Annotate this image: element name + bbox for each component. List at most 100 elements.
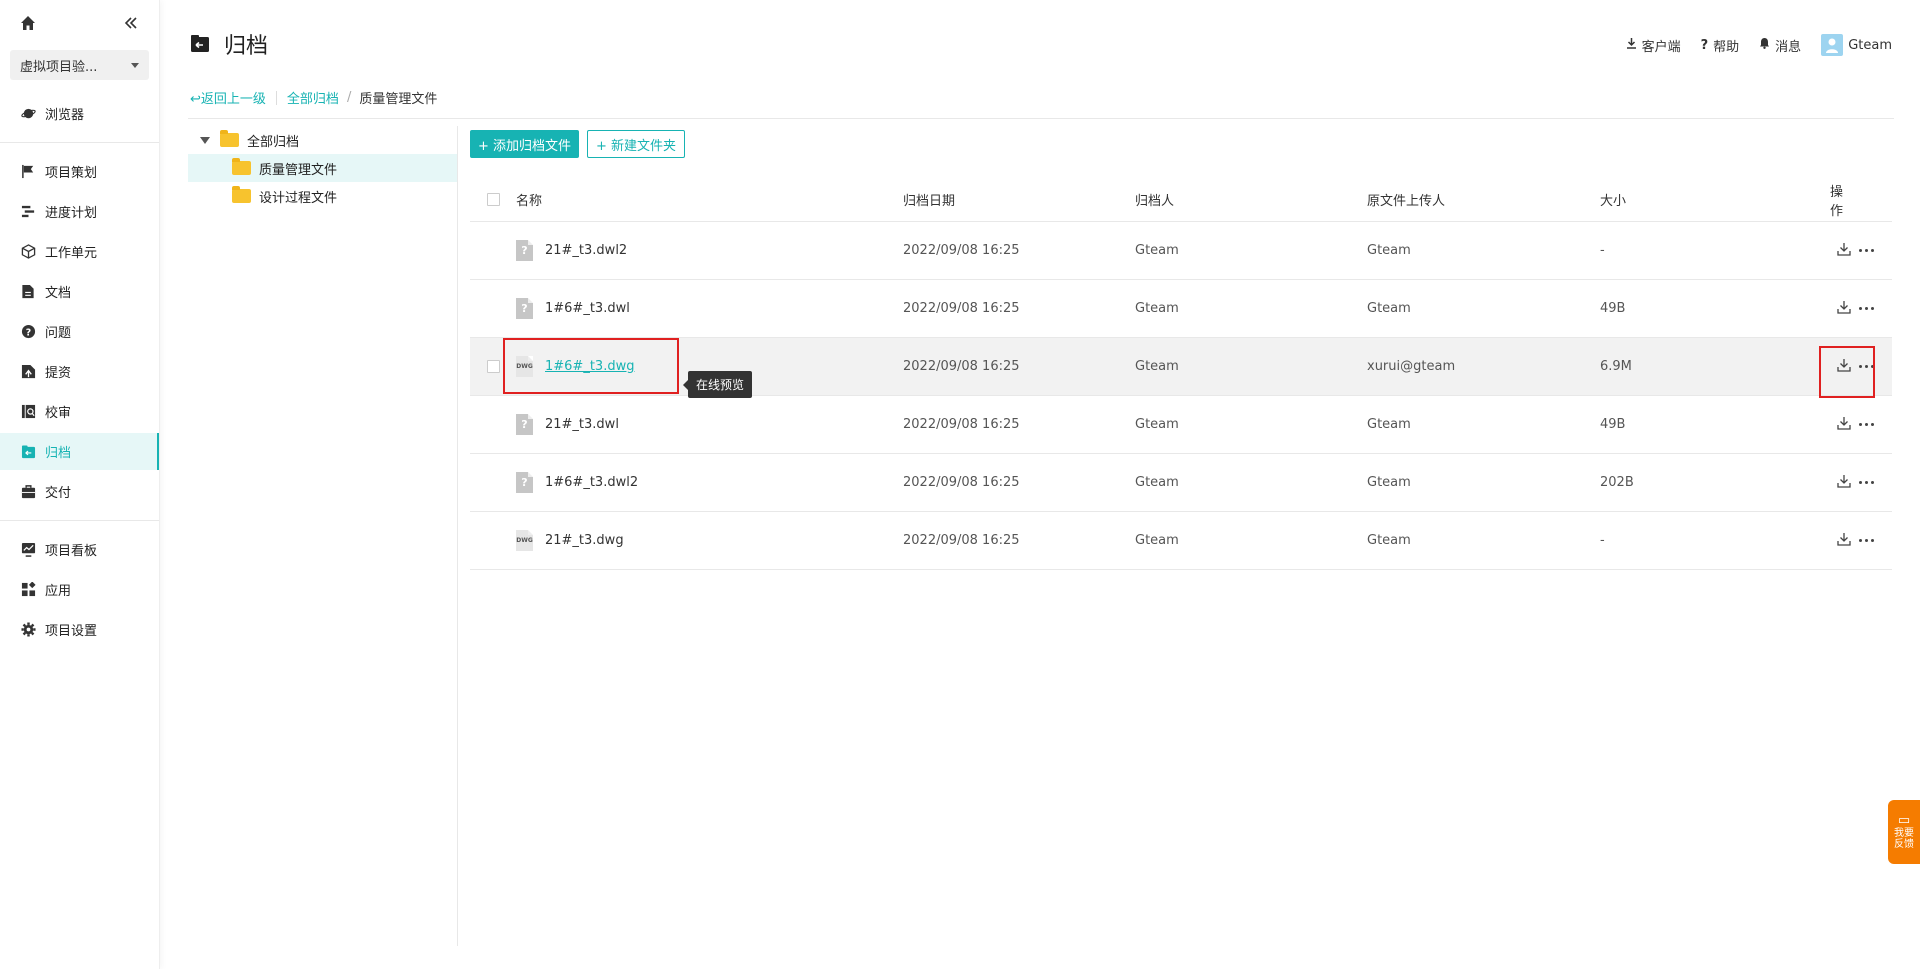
table-row[interactable]: ? 1#6#_t3.dwl 2022/09/08 16:25 Gteam Gteam 49… bbox=[470, 280, 1892, 338]
archive-date: 2022/09/08 16:25 bbox=[903, 301, 1020, 316]
col-ops: 操作 bbox=[1830, 184, 1844, 219]
col-name[interactable]: 名称 bbox=[516, 190, 903, 209]
page-title-text: 归档 bbox=[224, 34, 269, 59]
client-download-button[interactable]: 客户端 bbox=[1626, 36, 1681, 55]
toolbar: + 添加归档文件 + 新建文件夹 bbox=[470, 130, 686, 158]
back-link[interactable]: ↩返回上一级 bbox=[190, 88, 266, 107]
help-button[interactable]: ? 帮助 bbox=[1701, 36, 1740, 55]
page-title: 归档 bbox=[190, 28, 268, 60]
download-icon[interactable] bbox=[1837, 474, 1851, 492]
tree-node-label: 全部归档 bbox=[247, 134, 300, 150]
file-name[interactable]: 21#_t3.dwl bbox=[545, 417, 619, 432]
uploader: Gteam bbox=[1367, 533, 1411, 548]
svg-text:?: ? bbox=[25, 327, 30, 338]
row-checkbox-slot[interactable] bbox=[487, 302, 500, 315]
sidebar-item-review[interactable]: 校审 bbox=[0, 393, 159, 430]
breadcrumb-separator: / bbox=[346, 90, 352, 105]
archive-date: 2022/09/08 16:25 bbox=[903, 533, 1020, 548]
download-icon[interactable] bbox=[1837, 300, 1851, 318]
download-icon bbox=[1626, 37, 1637, 53]
download-icon[interactable] bbox=[1837, 242, 1851, 260]
schedule-icon bbox=[20, 204, 36, 220]
row-checkbox-slot[interactable] bbox=[487, 244, 500, 257]
row-checkbox-slot[interactable] bbox=[487, 476, 500, 489]
table-row[interactable]: ? 1#6#_t3.dwl2 2022/09/08 16:25 Gteam Gteam 2… bbox=[470, 454, 1892, 512]
sidebar-item-label: 工作单元 bbox=[45, 246, 98, 261]
new-folder-button[interactable]: + 新建文件夹 bbox=[587, 130, 686, 158]
header-divider bbox=[188, 118, 1894, 119]
table-row[interactable]: DWG 21#_t3.dwg 2022/09/08 16:25 Gteam Gteam - bbox=[470, 512, 1892, 570]
sidebar-item-label: 项目设置 bbox=[45, 624, 98, 639]
user-name: Gteam bbox=[1848, 37, 1892, 53]
row-checkbox-slot[interactable] bbox=[487, 418, 500, 431]
tree-node-root[interactable]: 全部归档 bbox=[188, 126, 457, 154]
download-icon[interactable] bbox=[1837, 532, 1851, 550]
sidebar-item-briefcase[interactable]: 交付 bbox=[0, 473, 159, 510]
sidebar-item-question[interactable]: ? 问题 bbox=[0, 313, 159, 350]
bell-icon bbox=[1759, 37, 1770, 53]
uploader: Gteam bbox=[1367, 301, 1411, 316]
briefcase-icon bbox=[20, 484, 36, 500]
more-icon[interactable] bbox=[1859, 481, 1874, 484]
sidebar-item-schedule[interactable]: 进度计划 bbox=[0, 193, 159, 230]
file-icon: ? bbox=[516, 472, 533, 493]
archived-by: Gteam bbox=[1135, 301, 1179, 316]
collapse-icon[interactable] bbox=[123, 15, 139, 31]
table-row[interactable]: ? 21#_t3.dwl 2022/09/08 16:25 Gteam Gteam 49B bbox=[470, 396, 1892, 454]
row-checkbox[interactable] bbox=[486, 360, 500, 373]
tree-node-design[interactable]: 设计过程文件 bbox=[188, 182, 457, 210]
sidebar-item-archive[interactable]: 归档 bbox=[0, 433, 159, 470]
sidebar-item-apps[interactable]: 应用 bbox=[0, 571, 159, 608]
archived-by: Gteam bbox=[1135, 475, 1179, 490]
file-name[interactable]: 21#_t3.dwl2 bbox=[545, 243, 627, 258]
flag-icon bbox=[20, 164, 36, 180]
tree-node-label: 设计过程文件 bbox=[259, 190, 338, 206]
breadcrumb-root[interactable]: 全部归档 bbox=[287, 88, 339, 107]
sidebar-item-label: 浏览器 bbox=[45, 108, 85, 123]
file-name[interactable]: 1#6#_t3.dwl2 bbox=[545, 475, 638, 490]
tree-node-label: 质量管理文件 bbox=[259, 162, 338, 178]
row-checkbox-slot[interactable] bbox=[487, 534, 500, 547]
uploader: Gteam bbox=[1367, 243, 1411, 258]
tree-node-quality[interactable]: 质量管理文件 bbox=[188, 154, 457, 182]
messages-button[interactable]: 消息 bbox=[1759, 36, 1801, 55]
archive-date: 2022/09/08 16:25 bbox=[903, 243, 1020, 258]
file-name[interactable]: 1#6#_t3.dwl bbox=[545, 301, 630, 316]
select-all-checkbox[interactable] bbox=[486, 193, 500, 206]
sidebar-item-document[interactable]: 文档 bbox=[0, 273, 159, 310]
archive-date: 2022/09/08 16:25 bbox=[903, 417, 1020, 432]
top-actions: 客户端 ? 帮助 消息 Gteam bbox=[1626, 34, 1892, 56]
sidebar-group-extra: 项目看板 应用项目设置 bbox=[0, 531, 159, 648]
download-icon[interactable] bbox=[1837, 416, 1851, 434]
home-icon[interactable] bbox=[20, 15, 36, 31]
apps-icon bbox=[20, 582, 36, 598]
table-row[interactable]: ? 21#_t3.dwl2 2022/09/08 16:25 Gteam Gteam - bbox=[470, 222, 1892, 280]
archive-date: 2022/09/08 16:25 bbox=[903, 475, 1020, 490]
sidebar-item-cube[interactable]: 工作单元 bbox=[0, 233, 159, 270]
more-icon[interactable] bbox=[1859, 539, 1874, 542]
col-date[interactable]: 归档日期 bbox=[903, 190, 1135, 209]
chat-icon: ▭ bbox=[1897, 812, 1911, 828]
sidebar-item-flag[interactable]: 项目策划 bbox=[0, 153, 159, 190]
sidebar-item-dashboard[interactable]: 项目看板 bbox=[0, 531, 159, 568]
cube-icon bbox=[20, 244, 36, 260]
file-name[interactable]: 21#_t3.dwg bbox=[545, 533, 624, 548]
more-icon[interactable] bbox=[1859, 307, 1874, 310]
expand-triangle-icon[interactable] bbox=[200, 136, 210, 144]
project-select[interactable]: 虚拟项目验... bbox=[10, 50, 149, 80]
sidebar-item-submit[interactable]: 提资 bbox=[0, 353, 159, 390]
feedback-button[interactable]: ▭ 我要 反馈 bbox=[1888, 800, 1920, 864]
table-row[interactable]: DWG 1#6#_t3.dwg 在线预览 2022/09/08 16:25 Gteam x… bbox=[470, 338, 1892, 398]
sidebar-item-label: 问题 bbox=[45, 326, 72, 341]
sidebar-item-browser[interactable]: 浏览器 bbox=[0, 95, 159, 132]
add-archive-file-button[interactable]: + 添加归档文件 bbox=[470, 130, 580, 158]
feedback-label: 反馈 bbox=[1894, 838, 1914, 850]
more-icon[interactable] bbox=[1859, 423, 1874, 426]
more-icon[interactable] bbox=[1859, 249, 1874, 252]
highlight-box bbox=[1819, 346, 1875, 398]
col-size[interactable]: 大小 bbox=[1600, 190, 1830, 209]
sidebar-item-gear[interactable]: 项目设置 bbox=[0, 611, 159, 648]
user-menu[interactable]: Gteam bbox=[1821, 34, 1892, 56]
uploader: Gteam bbox=[1367, 417, 1411, 432]
sidebar-item-label: 提资 bbox=[45, 366, 72, 381]
